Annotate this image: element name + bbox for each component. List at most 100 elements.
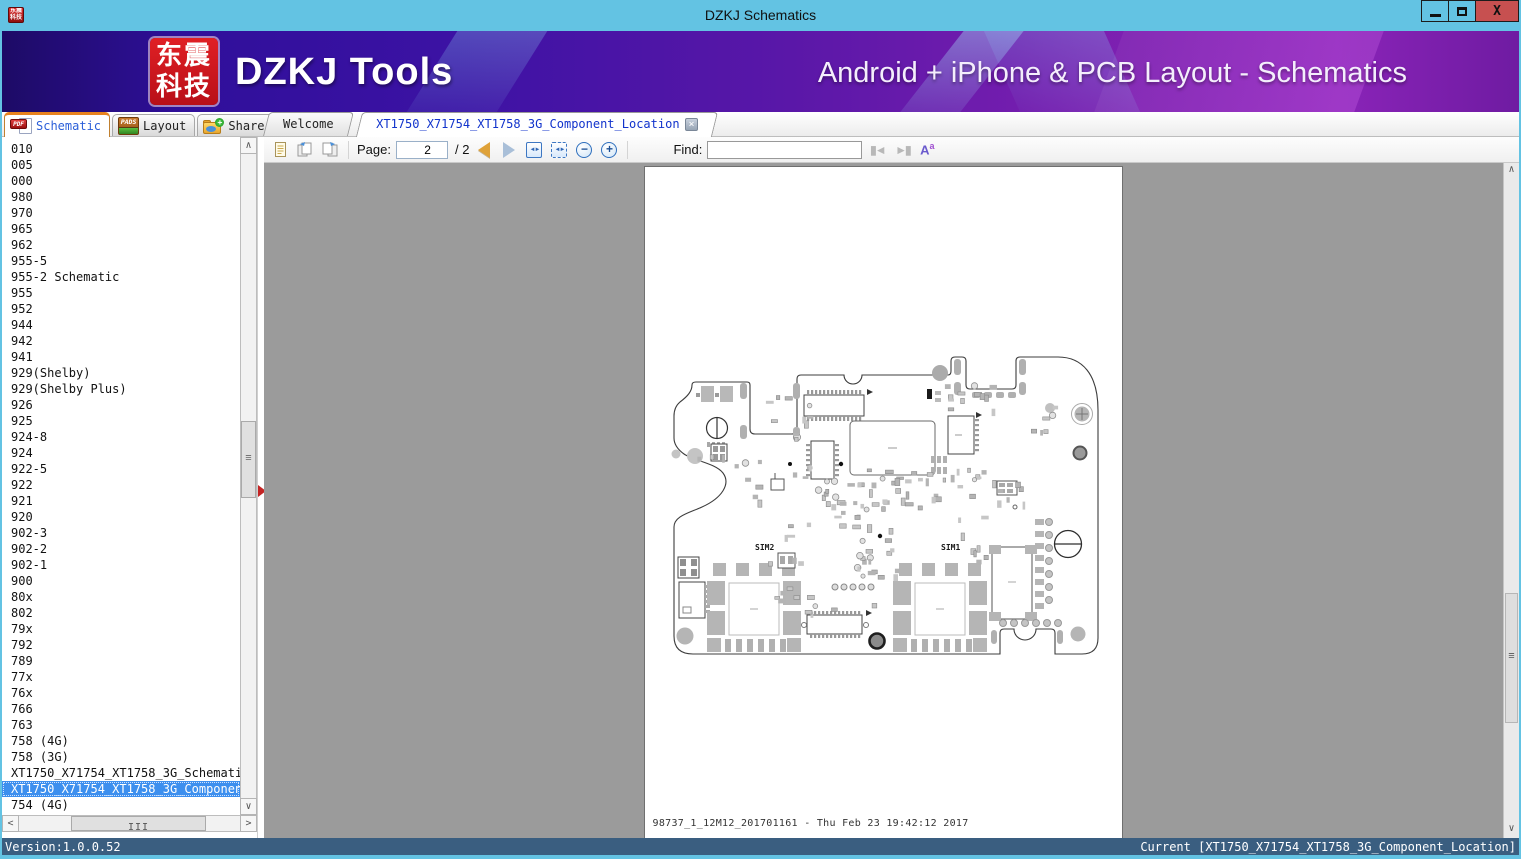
viewer-vscroll-thumb[interactable] bbox=[1505, 593, 1518, 723]
list-item[interactable]: 980 bbox=[2, 189, 240, 205]
find-next-button[interactable] bbox=[892, 140, 912, 160]
list-item[interactable]: 925 bbox=[2, 413, 240, 429]
scroll-right-arrow[interactable] bbox=[240, 815, 257, 832]
list-item[interactable]: 965 bbox=[2, 221, 240, 237]
list-item[interactable]: 955 bbox=[2, 285, 240, 301]
list-item[interactable]: 902-3 bbox=[2, 525, 240, 541]
nav-tabs: PDF Schematic PADS Layout Share bbox=[2, 112, 274, 137]
list-item[interactable]: 76x bbox=[2, 685, 240, 701]
list-item[interactable]: 962 bbox=[2, 237, 240, 253]
list-item[interactable]: 942 bbox=[2, 333, 240, 349]
list-item[interactable]: 802 bbox=[2, 605, 240, 621]
list-item[interactable]: 955-5 bbox=[2, 253, 240, 269]
prev-view-button[interactable] bbox=[295, 140, 315, 160]
scroll-down-arrow[interactable] bbox=[1504, 822, 1519, 838]
list-item[interactable]: 902-1 bbox=[2, 557, 240, 573]
list-item[interactable]: 944 bbox=[2, 317, 240, 333]
maximize-button[interactable] bbox=[1448, 0, 1476, 22]
list-item[interactable]: 900 bbox=[2, 573, 240, 589]
list-item[interactable]: 952 bbox=[2, 301, 240, 317]
pads-icon: PADS bbox=[118, 116, 140, 135]
close-icon: X bbox=[1493, 3, 1501, 19]
list-item[interactable]: 970 bbox=[2, 205, 240, 221]
list-item[interactable]: 922-5 bbox=[2, 461, 240, 477]
zoom-out-button[interactable] bbox=[574, 140, 594, 160]
tab-component-location[interactable]: XT1750_X71754_XT1758_3G_Component_Locati… bbox=[355, 112, 719, 137]
list-item[interactable]: 924-8 bbox=[2, 429, 240, 445]
match-case-button[interactable]: Aa bbox=[917, 140, 937, 160]
scroll-up-arrow[interactable] bbox=[1504, 163, 1519, 179]
list-item[interactable]: XT1750_X71754_XT1758_3G_Schematics bbox=[2, 765, 240, 781]
tab-layout-label: Layout bbox=[143, 118, 187, 133]
find-label: Find: bbox=[673, 142, 703, 157]
tab-schematic-label: Schematic bbox=[36, 119, 102, 133]
page-total: / 2 bbox=[454, 142, 470, 157]
titlebar: 东震 科技 DZKJ Schematics X bbox=[2, 0, 1519, 31]
maximize-icon bbox=[1457, 6, 1467, 16]
sidebar-hscroll-thumb[interactable] bbox=[71, 816, 206, 831]
fit-width-button[interactable] bbox=[524, 140, 544, 160]
viewer-vertical-scrollbar[interactable] bbox=[1503, 163, 1519, 838]
toolbar-separator bbox=[348, 140, 349, 159]
brand-logo: 东震 科技 bbox=[150, 38, 218, 105]
list-item[interactable]: 929(Shelby) bbox=[2, 365, 240, 381]
sidebar-horizontal-scrollbar[interactable] bbox=[2, 815, 257, 832]
next-page-icon bbox=[503, 141, 516, 158]
pdf-toolbar: Page: / 2 Find: Aa bbox=[264, 137, 1519, 163]
document-tabs: Welcome XT1750_X71754_XT1758_3G_Componen… bbox=[263, 111, 723, 137]
sidebar: 010 005 000 980 970 965 962 955-5 955-2 Schemati… bbox=[2, 137, 258, 838]
pdf-viewer: SIM2 SIM1 98737_1_12M12_201701161 - Thu … bbox=[264, 163, 1519, 838]
scroll-up-arrow[interactable] bbox=[240, 137, 257, 154]
list-item[interactable]: 941 bbox=[2, 349, 240, 365]
sidebar-vscroll-thumb[interactable] bbox=[241, 421, 256, 498]
list-item[interactable]: 955-2 Schematic bbox=[2, 269, 240, 285]
page-thumbnail-button[interactable] bbox=[270, 140, 290, 160]
list-item[interactable]: 79x bbox=[2, 621, 240, 637]
tab-schematic[interactable]: PDF Schematic bbox=[4, 112, 111, 137]
list-item[interactable]: 926 bbox=[2, 397, 240, 413]
close-button[interactable]: X bbox=[1475, 0, 1519, 22]
tab-layout[interactable]: PADS Layout bbox=[112, 114, 196, 136]
zoom-in-button[interactable] bbox=[599, 140, 619, 160]
list-item[interactable]: 766 bbox=[2, 701, 240, 717]
list-item[interactable]: 758 (3G) bbox=[2, 749, 240, 765]
list-item[interactable]: 80x bbox=[2, 589, 240, 605]
list-item[interactable]: 010 bbox=[2, 141, 240, 157]
list-item[interactable]: 005 bbox=[2, 157, 240, 173]
scroll-down-arrow[interactable] bbox=[240, 798, 257, 815]
toolbar-separator bbox=[627, 140, 629, 159]
list-item[interactable]: 921 bbox=[2, 493, 240, 509]
page-number-input[interactable] bbox=[395, 140, 448, 159]
list-item[interactable]: XT1750_X71754_XT1758_3G_Component_Locati… bbox=[2, 781, 240, 797]
scroll-left-arrow[interactable] bbox=[2, 815, 19, 832]
list-item[interactable]: 929(Shelby Plus) bbox=[2, 381, 240, 397]
next-view-button[interactable] bbox=[320, 140, 340, 160]
sidebar-vertical-scrollbar[interactable] bbox=[240, 137, 257, 815]
list-item[interactable]: 754 (4G) bbox=[2, 797, 240, 813]
list-item[interactable]: 922 bbox=[2, 477, 240, 493]
tab-welcome[interactable]: Welcome bbox=[263, 112, 354, 136]
list-item[interactable]: 924 bbox=[2, 445, 240, 461]
pcb-diagram: SIM2 SIM1 bbox=[671, 356, 1099, 655]
fit-page-button[interactable] bbox=[549, 140, 569, 160]
minimize-button[interactable] bbox=[1421, 0, 1449, 22]
previous-page-icon bbox=[478, 141, 491, 158]
zoom-in-icon bbox=[601, 141, 618, 158]
list-item[interactable]: 902-2 bbox=[2, 541, 240, 557]
tab-row: PDF Schematic PADS Layout Share Welcome … bbox=[2, 112, 1519, 137]
close-tab-icon[interactable] bbox=[685, 118, 699, 131]
list-item[interactable]: 763 bbox=[2, 717, 240, 733]
next-page-button[interactable] bbox=[499, 140, 519, 160]
find-input[interactable] bbox=[707, 140, 863, 159]
tab-share[interactable]: Share bbox=[197, 114, 274, 136]
list-item[interactable]: 77x bbox=[2, 669, 240, 685]
list-item[interactable]: 758 (4G) bbox=[2, 733, 240, 749]
find-previous-button[interactable] bbox=[867, 140, 887, 160]
minimize-icon bbox=[1429, 13, 1441, 17]
previous-page-button[interactable] bbox=[474, 140, 494, 160]
list-item[interactable]: 000 bbox=[2, 173, 240, 189]
list-item[interactable]: 920 bbox=[2, 509, 240, 525]
list-item[interactable]: 792 bbox=[2, 637, 240, 653]
board-outline bbox=[672, 356, 1099, 655]
list-item[interactable]: 789 bbox=[2, 653, 240, 669]
